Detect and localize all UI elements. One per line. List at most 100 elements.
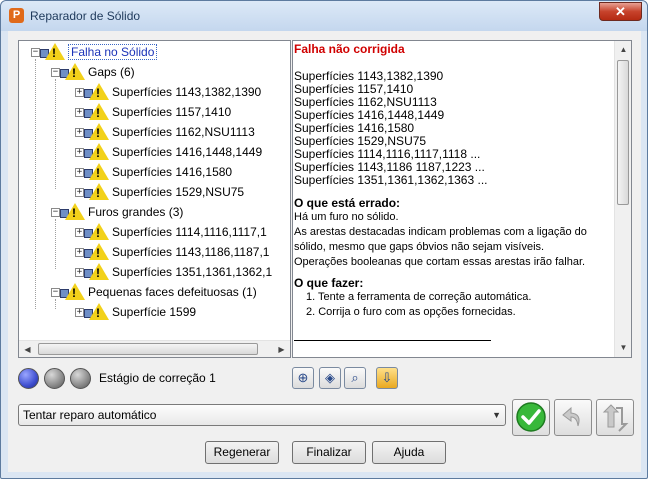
tree-item[interactable]: +! Superfícies 1416,1448,1449 — [75, 142, 262, 162]
warning-icon: ! — [60, 203, 85, 221]
tree-item-label: Superfícies 1162,NSU1113 — [112, 125, 255, 139]
todo-line: 1. Tente a ferramenta de correção automá… — [306, 291, 532, 303]
wrong-line: sólido, mesmo que gaps óbvios não sejam … — [294, 241, 545, 253]
expand-icon[interactable]: + — [75, 307, 84, 317]
finish-button[interactable]: Finalizar — [292, 441, 366, 464]
tree-item-label: Superfícies 1529,NSU75 — [112, 185, 245, 199]
expand-icon[interactable]: + — [75, 247, 84, 257]
tree-item[interactable]: +! Superfícies 1157,1410 — [75, 102, 231, 122]
tree-item[interactable]: +! Superfícies 1143,1186,1187,1 — [75, 242, 269, 262]
close-button[interactable]: ✕ — [599, 2, 642, 21]
tree-item-label: Superfícies 1143,1186,1187,1 — [112, 245, 270, 259]
expand-icon[interactable]: + — [75, 127, 84, 137]
tree-group-small-faces[interactable]: − ! Pequenas faces defeituosas (1) — [51, 282, 257, 302]
wrong-heading: O que está errado: — [294, 196, 401, 210]
export-icon[interactable]: ⇩ — [376, 367, 398, 389]
details-title: Falha não corrigida — [294, 42, 405, 56]
stage-3-indicator — [70, 368, 91, 389]
tree-item[interactable]: +! Superfícies 1416,1580 — [75, 162, 232, 182]
tree-horizontal-scrollbar[interactable]: ◀ ▶ — [19, 340, 290, 357]
redo-icon — [602, 404, 629, 432]
scrollbar-thumb[interactable] — [38, 343, 258, 355]
title-bar[interactable]: P Reparador de Sólido ✕ — [1, 1, 647, 31]
failure-details-panel: Falha não corrigida Superfícies 1143,138… — [292, 40, 632, 358]
warning-icon: ! — [84, 223, 109, 241]
warning-icon: ! — [60, 283, 85, 301]
scroll-down-icon[interactable]: ▼ — [615, 339, 631, 356]
details-surface: Superfícies 1351,1361,1362,1363 ... — [294, 173, 488, 187]
warning-icon: ! — [84, 303, 109, 321]
tree-group-gaps[interactable]: − ! Gaps (6) — [51, 62, 135, 82]
wrong-line: Há um furo no sólido. — [294, 211, 399, 223]
scroll-up-icon[interactable]: ▲ — [615, 41, 631, 58]
tree-group-label: Pequenas faces defeituosas (1) — [88, 285, 257, 299]
expand-icon[interactable]: + — [75, 187, 84, 197]
chevron-down-icon[interactable]: ▼ — [492, 405, 501, 425]
tree-item[interactable]: +! Superfícies 1162,NSU1113 — [75, 122, 255, 142]
failure-tree[interactable]: − ! Falha no Sólido − ! Gaps (6) +! Super… — [18, 40, 291, 358]
tree-group-large-holes[interactable]: − ! Furos grandes (3) — [51, 202, 183, 222]
tree-item-label: Superfícies 1143,1382,1390 — [112, 85, 262, 99]
tree-item[interactable]: +! Superfícies 1143,1382,1390 — [75, 82, 261, 102]
collapse-icon[interactable]: − — [51, 207, 60, 217]
warning-icon: ! — [40, 43, 65, 61]
zoom-in-icon[interactable]: ⊕ — [292, 367, 314, 389]
todo-line: 2. Corrija o furo com as opções fornecid… — [306, 306, 516, 318]
warning-icon: ! — [84, 103, 109, 121]
tree-group-label: Furos grandes (3) — [88, 205, 184, 219]
apply-button[interactable] — [512, 399, 550, 436]
checkmark-icon — [516, 402, 546, 432]
redo-button[interactable] — [596, 399, 634, 436]
expand-icon[interactable]: + — [75, 227, 84, 237]
warning-icon: ! — [84, 83, 109, 101]
scroll-left-icon[interactable]: ◀ — [19, 341, 36, 357]
warning-icon: ! — [84, 243, 109, 261]
zoom-fit-icon[interactable]: ⌕ — [344, 367, 366, 389]
dialog-body: − ! Falha no Sólido − ! Gaps (6) +! Super… — [8, 31, 641, 472]
warning-icon: ! — [84, 263, 109, 281]
collapse-icon[interactable]: − — [51, 287, 60, 297]
tree-item[interactable]: +! Superfícies 1529,NSU75 — [75, 182, 244, 202]
app-icon: P — [9, 8, 24, 23]
stage-2-indicator — [44, 368, 65, 389]
tree-item[interactable]: +! Superfícies 1114,1116,1117,1 — [75, 222, 267, 242]
tree-item-label: Superfícies 1416,1448,1449 — [112, 145, 263, 159]
expand-icon[interactable]: + — [75, 167, 84, 177]
details-divider — [294, 340, 491, 341]
window-title: Reparador de Sólido — [30, 9, 141, 23]
wrong-line: As arestas destacadas indicam problemas … — [294, 226, 587, 238]
dialog-window: P Reparador de Sólido ✕ − ! Falha no Sól… — [0, 0, 648, 479]
undo-button[interactable] — [554, 399, 592, 436]
undo-icon — [562, 406, 580, 427]
tree-item-label: Superfície 1599 — [112, 305, 197, 319]
stage-1-indicator — [18, 368, 39, 389]
tree-item-label: Superfícies 1157,1410 — [112, 105, 232, 119]
collapse-icon[interactable]: − — [31, 47, 40, 57]
repair-action-value: Tentar reparo automático — [23, 408, 157, 422]
repair-action-select[interactable]: Tentar reparo automático ▼ — [18, 404, 506, 426]
todo-heading: O que fazer: — [294, 276, 364, 290]
stage-label: Estágio de correção 1 — [99, 371, 216, 385]
tree-item-label: Superfícies 1416,1580 — [112, 165, 233, 179]
wrong-line: Operações booleanas que cortam essas are… — [294, 256, 586, 268]
help-button[interactable]: Ajuda — [372, 441, 446, 464]
expand-icon[interactable]: + — [75, 87, 84, 97]
expand-icon[interactable]: + — [75, 147, 84, 157]
tree-item-label: Superfícies 1114,1116,1117,1 — [112, 225, 267, 239]
collapse-icon[interactable]: − — [51, 67, 60, 77]
tree-item-label: Superfícies 1351,1361,1362,1 — [112, 265, 273, 279]
scroll-right-icon[interactable]: ▶ — [273, 341, 290, 357]
warning-icon: ! — [84, 143, 109, 161]
tree-group-label: Gaps (6) — [88, 65, 135, 79]
expand-icon[interactable]: + — [75, 267, 84, 277]
expand-icon[interactable]: + — [75, 107, 84, 117]
tree-root[interactable]: − ! Falha no Sólido — [31, 42, 158, 62]
tree-item[interactable]: +! Superfície 1599 — [75, 302, 196, 322]
scrollbar-thumb[interactable] — [617, 60, 629, 205]
details-vertical-scrollbar[interactable]: ▲ ▼ — [614, 41, 631, 357]
warning-icon: ! — [60, 63, 85, 81]
warning-icon: ! — [84, 163, 109, 181]
select-view-icon[interactable]: ◈ — [319, 367, 341, 389]
tree-item[interactable]: +! Superfícies 1351,1361,1362,1 — [75, 262, 272, 282]
regenerate-button[interactable]: Regenerar — [205, 441, 279, 464]
